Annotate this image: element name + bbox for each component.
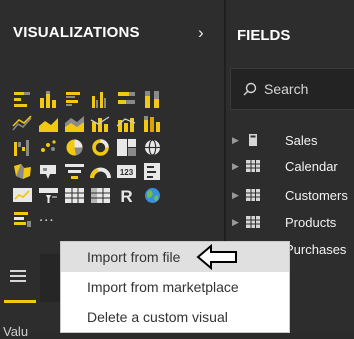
menu-item-label: Import from file (87, 249, 181, 265)
context-menu: Import from file Import from marketplace… (60, 241, 290, 333)
expand-caret-icon[interactable]: ▶ (232, 161, 239, 172)
expand-caret-icon[interactable]: ▶ (232, 190, 239, 201)
matrix-icon[interactable] (90, 186, 111, 205)
100-bar-chart-icon[interactable] (116, 90, 137, 109)
search-placeholder: Search (264, 81, 309, 97)
field-table-label: Calendar (285, 158, 338, 174)
card-icon[interactable]: 123 (116, 162, 137, 181)
treemap-icon[interactable] (116, 138, 137, 157)
table-icon (246, 189, 260, 201)
field-table-products[interactable]: ▶ Products (226, 209, 354, 235)
100-column-chart-icon[interactable] (142, 90, 163, 109)
custom-visual-icon[interactable] (12, 210, 33, 229)
field-table-label: Products (285, 214, 337, 230)
table-visual-icon[interactable] (64, 186, 85, 205)
ribbon-chart-icon[interactable] (142, 114, 163, 133)
calculator-icon (249, 134, 257, 146)
menu-item-delete-custom-visual[interactable]: Delete a custom visual (61, 302, 289, 332)
visualizations-header[interactable]: VISUALIZATIONS (0, 0, 224, 64)
map-globe-icon[interactable] (142, 138, 163, 157)
field-table-sales[interactable]: ▶ Sales (226, 127, 354, 153)
fields-well-icon (10, 270, 26, 282)
field-table-customers[interactable]: ▶ Customers (226, 182, 354, 208)
donut-chart-icon[interactable] (90, 138, 111, 157)
funnel-chart-icon[interactable] (64, 162, 85, 181)
pointer-arrow-icon (196, 244, 237, 270)
area-chart-icon[interactable] (38, 114, 59, 133)
multi-row-card-icon[interactable] (142, 162, 163, 181)
stacked-area-chart-icon[interactable] (64, 114, 85, 133)
r-script-visual-icon[interactable]: R (116, 186, 137, 205)
field-table-label: Sales (285, 132, 318, 148)
expand-caret-icon[interactable]: ▶ (232, 217, 239, 228)
active-tab-underline (4, 300, 36, 303)
fields-title: FIELDS (237, 27, 291, 44)
field-table-label: Customers (285, 187, 348, 203)
gauge-icon[interactable] (90, 162, 111, 181)
expand-caret-icon[interactable]: ▶ (232, 135, 239, 146)
field-table-calendar[interactable]: ▶ Calendar (226, 153, 354, 179)
expand-chevron-icon[interactable]: › (198, 24, 204, 41)
clustered-bar-chart-icon[interactable] (64, 90, 85, 109)
pie-chart-icon[interactable] (64, 138, 85, 157)
menu-item-label: Import from marketplace (87, 279, 239, 295)
menu-item-label: Delete a custom visual (87, 309, 228, 325)
clustered-column-chart-icon[interactable] (90, 90, 111, 109)
search-icon (243, 82, 257, 96)
kpi-icon[interactable] (12, 186, 33, 205)
line-chart-icon[interactable] (12, 114, 33, 133)
shape-map-icon[interactable] (38, 162, 59, 181)
visualizations-title: VISUALIZATIONS (13, 23, 140, 41)
stacked-bar-chart-icon[interactable] (12, 90, 33, 109)
table-icon (246, 216, 260, 228)
slicer-icon[interactable] (38, 186, 59, 205)
more-options-icon[interactable]: ... (39, 208, 55, 225)
search-input[interactable]: Search (230, 68, 354, 110)
line-clustered-column-icon[interactable] (90, 114, 111, 133)
menu-item-import-from-file[interactable]: Import from file (61, 242, 289, 272)
menu-item-import-from-marketplace[interactable]: Import from marketplace (61, 272, 289, 302)
svg-text:R: R (120, 187, 132, 205)
arcgis-map-icon[interactable] (142, 186, 163, 205)
values-well-label: Valu (3, 324, 29, 339)
scatter-chart-icon[interactable] (38, 138, 59, 157)
stacked-column-chart-icon[interactable] (38, 90, 59, 109)
field-table-label: Purchases (285, 241, 347, 257)
waterfall-chart-icon[interactable] (12, 138, 33, 157)
filled-map-icon[interactable] (12, 162, 33, 181)
svg-text:123: 123 (120, 168, 134, 177)
line-stacked-column-icon[interactable] (116, 114, 137, 133)
table-icon (246, 160, 260, 172)
